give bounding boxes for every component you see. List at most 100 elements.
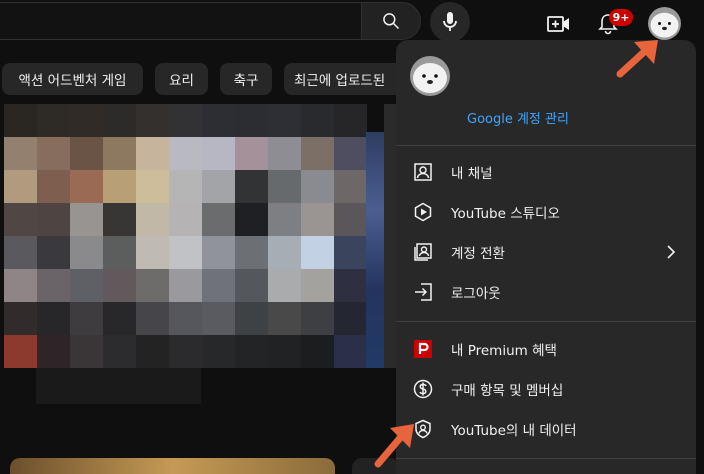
thumbnail-pixel xyxy=(334,203,367,236)
chip-cooking[interactable]: 요리 xyxy=(155,63,208,95)
account-menu: Google 계정 관리 내 채널 YouTube 스튜디오 계정 전환 로그아… xyxy=(396,40,696,474)
avatar xyxy=(410,56,450,96)
switch-account-icon xyxy=(412,241,434,263)
menu-item-label: 내 채널 xyxy=(451,166,493,182)
divider xyxy=(396,458,696,459)
thumbnail-pixel xyxy=(103,269,136,302)
search-input[interactable] xyxy=(0,2,362,40)
thumbnail-pixel xyxy=(4,236,37,269)
thumbnail-pixel xyxy=(301,104,334,137)
thumbnail-pixel xyxy=(37,269,70,302)
menu-item-my-channel[interactable]: 내 채널 xyxy=(396,152,696,192)
thumbnail-pixel xyxy=(103,203,136,236)
thumbnail-pixel xyxy=(301,302,334,335)
thumbnail-pixel xyxy=(202,137,235,170)
thumbnail-pixel xyxy=(103,137,136,170)
thumbnail-pixel xyxy=(136,104,169,137)
thumbnail-pixel xyxy=(268,302,301,335)
menu-item-label: 로그아웃 xyxy=(451,286,501,302)
thumbnail-pixel xyxy=(103,170,136,203)
thumbnail-pixel xyxy=(4,269,37,302)
thumbnail-pixel xyxy=(202,302,235,335)
thumbnail-pixel xyxy=(235,302,268,335)
thumbnail-pixel xyxy=(70,170,103,203)
thumbnail-pixel xyxy=(334,335,367,368)
thumbnail-pixel xyxy=(136,335,169,368)
thumbnail-pixel xyxy=(301,137,334,170)
thumbnail-pixel xyxy=(169,269,202,302)
menu-item-label: 구매 항목 및 멤버십 xyxy=(451,383,564,399)
menu-item-premium-benefits[interactable]: 내 Premium 혜택 xyxy=(396,329,696,369)
menu-item-youtube-studio[interactable]: YouTube 스튜디오 xyxy=(396,192,696,232)
menu-item-label: 계정 전환 xyxy=(451,246,505,262)
thumbnail-pixel xyxy=(169,335,202,368)
thumbnail-pixel xyxy=(37,236,70,269)
thumbnail-pixel xyxy=(202,335,235,368)
thumbnail-pixel xyxy=(103,104,136,137)
video-thumbnail[interactable] xyxy=(4,104,367,368)
thumbnail-pixel xyxy=(37,170,70,203)
thumbnail-pixel xyxy=(301,335,334,368)
thumbnail-pixel xyxy=(334,104,367,137)
thumbnail-pixel xyxy=(70,269,103,302)
thumbnail-pixel xyxy=(334,302,367,335)
thumbnail-pixel xyxy=(301,203,334,236)
chip-soccer[interactable]: 축구 xyxy=(220,63,272,95)
seal-avatar-image xyxy=(410,56,450,96)
thumbnail-pixel xyxy=(235,170,268,203)
thumbnail-pixel xyxy=(37,302,70,335)
thumbnail-pixel xyxy=(334,137,367,170)
person-box-icon xyxy=(412,161,434,183)
thumbnail-pixel xyxy=(202,104,235,137)
thumbnail-pixel xyxy=(268,170,301,203)
divider xyxy=(396,321,696,322)
annotation-arrow-icon xyxy=(374,424,414,468)
thumbnail-pixel xyxy=(37,104,70,137)
thumbnail-pixel xyxy=(136,236,169,269)
thumbnail-pixel xyxy=(4,170,37,203)
menu-item-label: 내 Premium 혜택 xyxy=(451,343,557,359)
thumbnail-pixel xyxy=(268,236,301,269)
thumbnail-pixel xyxy=(103,302,136,335)
video-thumbnail[interactable] xyxy=(10,458,335,474)
thumbnail-pixel xyxy=(235,203,268,236)
chip-action-adventure[interactable]: 액션 어드벤처 게임 xyxy=(2,63,143,95)
voice-search-button[interactable] xyxy=(430,2,470,42)
thumbnail-pixel xyxy=(169,236,202,269)
thumbnail-pixel xyxy=(235,104,268,137)
thumbnail-pixel xyxy=(70,302,103,335)
menu-item-purchases-memberships[interactable]: 구매 항목 및 멤버십 xyxy=(396,369,696,409)
chip-recently-uploaded[interactable]: 최근에 업로드된 xyxy=(284,63,404,95)
thumbnail-pixel xyxy=(136,302,169,335)
menu-item-switch-account[interactable]: 계정 전환 xyxy=(396,232,696,272)
thumbnail-pixel xyxy=(169,104,202,137)
thumbnail-pixel xyxy=(70,335,103,368)
thumbnail-pixel xyxy=(334,170,367,203)
thumbnail-pixel xyxy=(301,269,334,302)
menu-item-sign-out[interactable]: 로그아웃 xyxy=(396,272,696,312)
video-thumbnail-edge-blue xyxy=(366,132,384,368)
thumbnail-pixel xyxy=(268,269,301,302)
studio-icon xyxy=(412,201,434,223)
thumbnail-shadow xyxy=(36,368,201,404)
thumbnail-pixel xyxy=(268,203,301,236)
menu-item-your-data[interactable]: YouTube의 내 데이터 xyxy=(396,409,696,449)
sign-out-icon xyxy=(412,281,434,303)
thumbnail-pixel xyxy=(103,335,136,368)
manage-google-account-link[interactable]: Google 계정 관리 xyxy=(467,108,569,127)
thumbnail-pixel xyxy=(136,170,169,203)
video-thumbnail-edge xyxy=(384,104,396,368)
search-button[interactable] xyxy=(361,2,421,40)
thumbnail-pixel xyxy=(37,137,70,170)
thumbnail-pixel xyxy=(70,203,103,236)
thumbnail-pixel xyxy=(235,236,268,269)
thumbnail-pixel xyxy=(202,203,235,236)
thumbnail-pixel xyxy=(334,269,367,302)
thumbnail-pixel xyxy=(169,302,202,335)
thumbnail-pixel xyxy=(37,203,70,236)
create-button[interactable] xyxy=(545,10,573,38)
thumbnail-pixel xyxy=(235,269,268,302)
thumbnail-pixel xyxy=(4,335,37,368)
search-icon xyxy=(383,13,400,30)
thumbnail-pixel xyxy=(103,236,136,269)
